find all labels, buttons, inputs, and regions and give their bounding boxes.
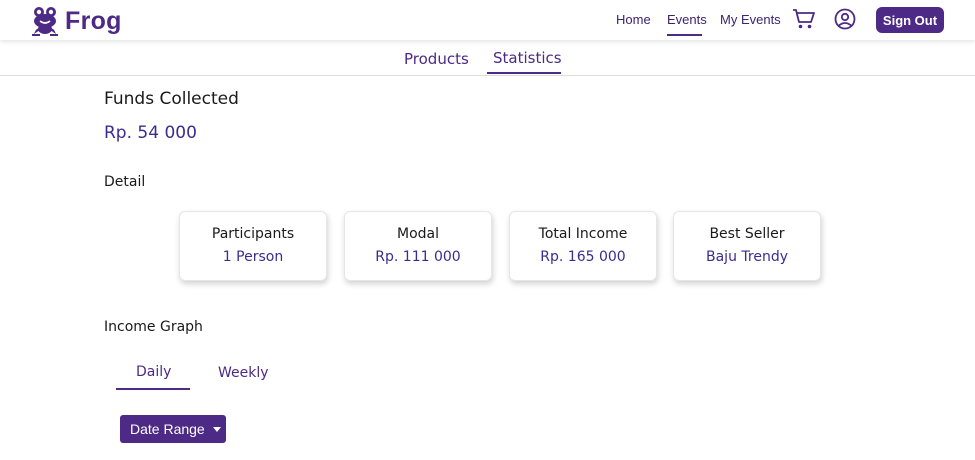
caret-down-icon	[212, 426, 221, 432]
total-income-card: Total Income Rp. 165 000	[509, 211, 657, 281]
tab-daily[interactable]: Daily	[136, 364, 171, 380]
user-circle-icon[interactable]	[834, 8, 856, 30]
frog-icon	[32, 7, 58, 36]
card-value: Rp. 111 000	[375, 249, 461, 265]
date-range-dropdown[interactable]: Date Range	[120, 415, 226, 443]
tab-active-indicator	[487, 72, 561, 74]
nav-my-events-link[interactable]: My Events	[720, 12, 781, 27]
tab-statistics[interactable]: Statistics	[493, 49, 562, 67]
card-label: Participants	[211, 226, 295, 242]
date-range-label: Date Range	[130, 421, 205, 437]
card-value: 1 Person	[222, 249, 284, 265]
funds-collected-title: Funds Collected	[104, 89, 239, 109]
brand-name: Frog	[65, 6, 122, 35]
brand-logo[interactable]: Frog	[31, 6, 122, 36]
sign-out-button[interactable]: Sign Out	[876, 7, 944, 33]
best-seller-card: Best Seller Baju Trendy	[673, 211, 821, 281]
card-label: Total Income	[538, 226, 628, 242]
card-value: Baju Trendy	[706, 249, 788, 265]
detail-title: Detail	[104, 174, 146, 190]
nav-events-link[interactable]: Events	[667, 12, 707, 27]
graph-tab-active-indicator	[116, 388, 190, 390]
top-navbar: Frog Home Events My Events Sign Out	[0, 0, 975, 40]
card-value: Rp. 165 000	[540, 249, 626, 265]
tab-products[interactable]: Products	[404, 50, 469, 68]
cart-icon[interactable]	[792, 8, 816, 30]
nav-home-link[interactable]: Home	[616, 12, 651, 27]
funds-collected-value: Rp. 54 000	[104, 123, 197, 143]
income-graph-title: Income Graph	[104, 319, 203, 335]
sub-navigation: Products Statistics	[0, 42, 975, 76]
card-label: Modal	[397, 226, 439, 242]
tab-weekly[interactable]: Weekly	[218, 365, 269, 381]
participants-card: Participants 1 Person	[179, 211, 327, 281]
card-label: Best Seller	[709, 226, 785, 242]
modal-card: Modal Rp. 111 000	[344, 211, 492, 281]
nav-active-indicator	[667, 34, 702, 36]
